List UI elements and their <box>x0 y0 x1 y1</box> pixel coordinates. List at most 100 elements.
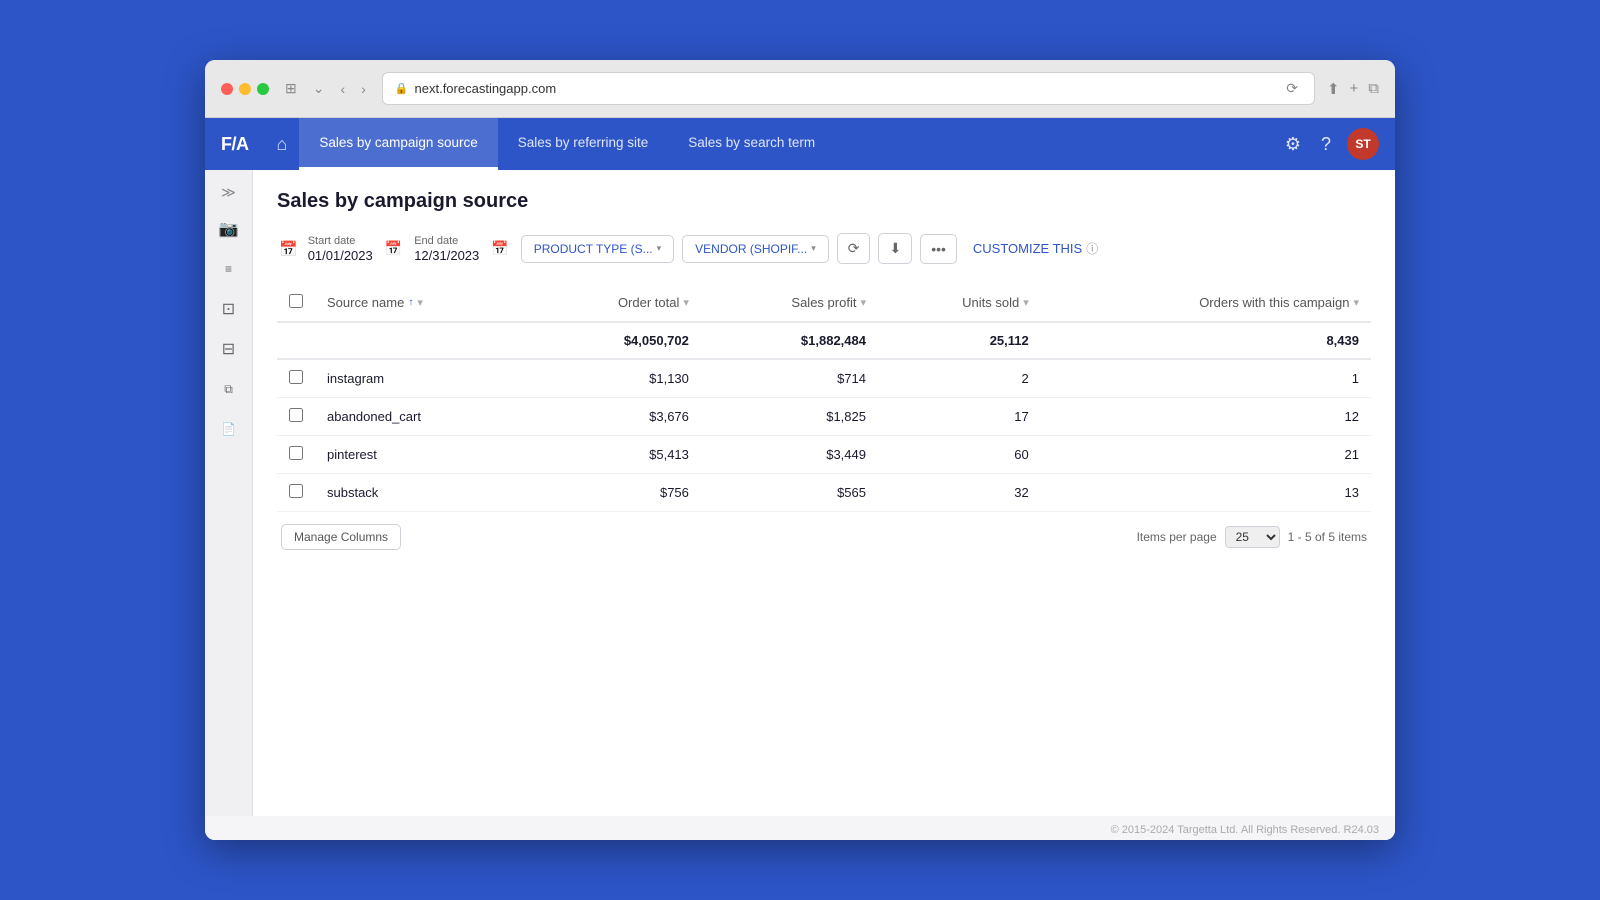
units-sold-filter-icon: ▾ <box>1023 296 1029 309</box>
tab-referring-site[interactable]: Sales by referring site <box>498 118 669 170</box>
th-sales-profit-label: Sales profit <box>791 295 856 310</box>
row-source-name-1: abandoned_cart <box>315 398 530 436</box>
th-orders[interactable]: Orders with this campaign ▾ <box>1041 284 1371 322</box>
row-units-sold-2: 60 <box>878 436 1041 474</box>
total-source-name <box>315 322 530 359</box>
maximize-button[interactable] <box>257 83 269 95</box>
total-row-checkbox-cell <box>277 322 315 359</box>
calendar-icon[interactable]: 📅 <box>277 238 300 260</box>
row-sales-profit-3: $565 <box>701 474 878 512</box>
product-type-chevron-icon: ▾ <box>657 243 662 254</box>
sales-profit-filter-icon: ▾ <box>860 296 866 309</box>
address-bar[interactable]: 🔒 next.forecastingapp.com ⟳ <box>382 72 1315 105</box>
row-order-total-0: $1,130 <box>530 359 701 398</box>
row-checkbox-3[interactable] <box>289 484 303 498</box>
sidebar-icon-4[interactable]: ⊟ <box>211 331 247 367</box>
manage-columns-button[interactable]: Manage Columns <box>281 524 401 550</box>
refresh-button[interactable]: ⟳ <box>1282 78 1302 99</box>
tab-search-term[interactable]: Sales by search term <box>668 118 835 170</box>
row-checkbox-2[interactable] <box>289 446 303 460</box>
items-per-page-select[interactable]: 25 50 100 <box>1225 526 1280 548</box>
row-orders-3: 13 <box>1041 474 1371 512</box>
total-orders: 8,439 <box>1041 322 1371 359</box>
traffic-lights <box>221 83 269 95</box>
share-button[interactable]: ⬆ <box>1327 80 1340 98</box>
customize-help-icon: ⓘ <box>1086 240 1098 257</box>
table-footer: Manage Columns Items per page 25 50 100 … <box>277 524 1371 550</box>
customize-label: CUSTOMIZE THIS <box>973 241 1082 256</box>
select-all-header[interactable] <box>277 284 315 322</box>
refresh-data-button[interactable]: ⟳ <box>837 233 871 264</box>
th-sales-profit[interactable]: Sales profit ▾ <box>701 284 878 322</box>
start-date-label: Start date <box>308 235 373 247</box>
lock-icon: 🔒 <box>395 82 409 95</box>
help-icon[interactable]: ? <box>1317 130 1335 159</box>
th-units-sold-label: Units sold <box>962 295 1019 310</box>
nav-tabs: Sales by campaign source Sales by referr… <box>299 118 1280 170</box>
vendor-filter-button[interactable]: VENDOR (SHOPIF... ▾ <box>682 235 829 263</box>
table-row: instagram $1,130 $714 2 1 <box>277 359 1371 398</box>
sidebar-icon-5[interactable]: ⧉ <box>211 371 247 407</box>
vendor-filter-label: VENDOR (SHOPIF... <box>695 242 807 256</box>
row-checkbox-cell-2[interactable] <box>277 436 315 474</box>
forward-button[interactable]: › <box>357 79 370 99</box>
select-all-checkbox[interactable] <box>289 294 303 308</box>
home-button[interactable]: ⌂ <box>265 126 300 163</box>
th-order-total[interactable]: Order total ▾ <box>530 284 701 322</box>
source-name-filter-icon: ▾ <box>417 296 423 309</box>
new-tab-button[interactable]: + <box>1350 80 1359 98</box>
url-text: next.forecastingapp.com <box>415 81 557 96</box>
data-table: Source name ↑ ▾ Order total ▾ <box>277 284 1371 512</box>
row-sales-profit-1: $1,825 <box>701 398 878 436</box>
total-order-total: $4,050,702 <box>530 322 701 359</box>
avatar[interactable]: ST <box>1347 128 1379 160</box>
start-date-picker-button[interactable]: 📅 <box>381 236 406 261</box>
sidebar-icon-2[interactable]: ≡ <box>211 251 247 287</box>
end-date-picker-button[interactable]: 📅 <box>487 236 512 261</box>
sidebar-toggle-icon[interactable]: ⊞ <box>281 78 301 99</box>
sidebar-icon-1[interactable]: 📷 <box>211 211 247 247</box>
orders-filter-icon: ▾ <box>1353 296 1359 309</box>
settings-icon[interactable]: ⚙ <box>1281 130 1305 159</box>
more-options-button[interactable]: ••• <box>920 234 957 264</box>
customize-button[interactable]: CUSTOMIZE THIS ⓘ <box>973 240 1098 257</box>
back-button[interactable]: ‹ <box>336 79 349 99</box>
sidebar-icon-6[interactable]: 📄 <box>211 411 247 447</box>
row-checkbox-cell-0[interactable] <box>277 359 315 398</box>
app-container: F/A ⌂ Sales by campaign source Sales by … <box>205 118 1395 840</box>
close-button[interactable] <box>221 83 233 95</box>
row-checkbox-cell-1[interactable] <box>277 398 315 436</box>
browser-window: ⊞ ⌄ ‹ › 🔒 next.forecastingapp.com ⟳ ⬆ + … <box>205 60 1395 840</box>
tab-campaign-source[interactable]: Sales by campaign source <box>299 118 497 170</box>
row-checkbox-0[interactable] <box>289 370 303 384</box>
th-order-total-label: Order total <box>618 295 679 310</box>
copyright-text: © 2015-2024 Targetta Ltd. All Rights Res… <box>205 816 1395 840</box>
tabs-button[interactable]: ⧉ <box>1368 80 1379 98</box>
sidebar-collapse-button[interactable]: ≫ <box>205 178 252 207</box>
row-checkbox-cell-3[interactable] <box>277 474 315 512</box>
row-sales-profit-0: $714 <box>701 359 878 398</box>
row-source-name-2: pinterest <box>315 436 530 474</box>
browser-actions: ⬆ + ⧉ <box>1327 80 1379 98</box>
row-order-total-2: $5,413 <box>530 436 701 474</box>
start-date-value: 01/01/2023 <box>308 248 373 263</box>
sidebar-chevron-icon[interactable]: ⌄ <box>309 78 329 99</box>
row-checkbox-1[interactable] <box>289 408 303 422</box>
content-area: Sales by campaign source 📅 Start date 01… <box>253 170 1395 816</box>
top-nav: F/A ⌂ Sales by campaign source Sales by … <box>205 118 1395 170</box>
vendor-chevron-icon: ▾ <box>811 243 816 254</box>
table-row: abandoned_cart $3,676 $1,825 17 12 <box>277 398 1371 436</box>
pagination-info: Items per page 25 50 100 1 - 5 of 5 item… <box>1137 526 1367 548</box>
minimize-button[interactable] <box>239 83 251 95</box>
download-button[interactable]: ⬇ <box>878 233 912 264</box>
end-date-label: End date <box>414 235 479 247</box>
product-type-filter-button[interactable]: PRODUCT TYPE (S... ▾ <box>521 235 674 263</box>
browser-titlebar: ⊞ ⌄ ‹ › 🔒 next.forecastingapp.com ⟳ ⬆ + … <box>205 60 1395 118</box>
th-source-name[interactable]: Source name ↑ ▾ <box>315 284 530 322</box>
sidebar-icon-3[interactable]: ⊡ <box>211 291 247 327</box>
row-source-name-0: instagram <box>315 359 530 398</box>
row-order-total-3: $756 <box>530 474 701 512</box>
table-row: substack $756 $565 32 13 <box>277 474 1371 512</box>
table-row: pinterest $5,413 $3,449 60 21 <box>277 436 1371 474</box>
th-units-sold[interactable]: Units sold ▾ <box>878 284 1041 322</box>
